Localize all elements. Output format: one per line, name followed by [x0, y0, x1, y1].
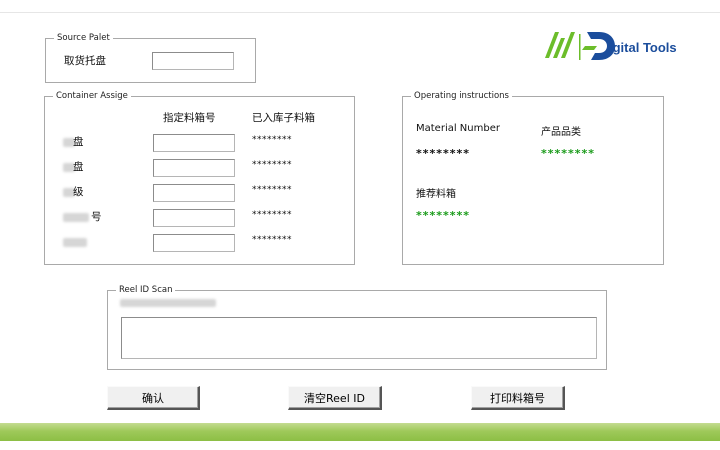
- material-number-value: ********: [416, 147, 471, 160]
- col-stocked-header: 已入库子料箱: [252, 112, 315, 124]
- row-label: 盘: [73, 161, 84, 173]
- reel-id-scan-legend: Reel ID Scan: [116, 284, 176, 296]
- logo-text: igital Tools: [609, 40, 677, 55]
- print-box-number-button[interactable]: 打印料箱号: [471, 386, 565, 410]
- assigned-box-input[interactable]: [153, 234, 235, 252]
- stocked-box-value: ********: [252, 135, 292, 145]
- col-assigned-header: 指定料箱号: [163, 112, 216, 124]
- stocked-box-value: ********: [252, 160, 292, 170]
- top-divider: [0, 12, 720, 13]
- recommended-box-label: 推荐料箱: [416, 189, 456, 200]
- assigned-box-input[interactable]: [153, 134, 235, 152]
- source-pallet-group: Source Palet 取货托盘: [45, 32, 256, 83]
- operating-instructions-legend: Operating instructions: [411, 90, 512, 102]
- reel-id-textarea[interactable]: [121, 317, 597, 359]
- source-pallet-label: 取货托盘: [64, 55, 106, 67]
- stocked-box-value: ********: [252, 235, 292, 245]
- source-pallet-input[interactable]: [152, 52, 234, 70]
- stocked-box-value: ********: [252, 185, 292, 195]
- redacted-label: [63, 238, 87, 247]
- material-number-label: Material Number: [416, 123, 500, 134]
- assigned-box-input[interactable]: [153, 209, 235, 227]
- reel-id-scan-group: Reel ID Scan: [107, 284, 607, 370]
- operating-instructions-group: Operating instructions Material Number 产…: [402, 90, 664, 265]
- container-assign-group: Container Assige 指定料箱号 已入库子料箱 盘 ********…: [44, 90, 355, 265]
- redacted-label: [120, 299, 216, 307]
- redacted-label: [63, 213, 89, 222]
- footer-bar: [0, 423, 720, 441]
- row-label: 盘: [73, 136, 84, 148]
- container-assign-legend: Container Assige: [53, 90, 131, 102]
- recommended-box-value: ********: [416, 209, 471, 222]
- product-category-value: ********: [541, 147, 596, 160]
- confirm-button[interactable]: 确认: [107, 386, 200, 410]
- row-label: 级: [73, 186, 84, 198]
- clear-reel-id-button[interactable]: 清空Reel ID: [288, 386, 382, 410]
- product-category-label: 产品品类: [541, 127, 581, 138]
- row-label: 号: [91, 211, 102, 223]
- assigned-box-input[interactable]: [153, 184, 235, 202]
- stocked-box-value: ********: [252, 210, 292, 220]
- source-pallet-legend: Source Palet: [54, 32, 113, 44]
- assigned-box-input[interactable]: [153, 159, 235, 177]
